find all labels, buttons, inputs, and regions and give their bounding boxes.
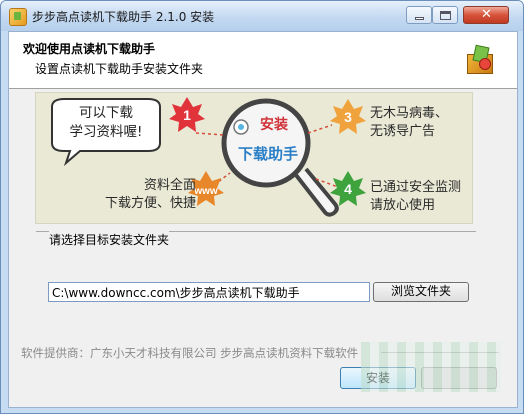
magnifier-handle — [294, 167, 339, 217]
install-path-input[interactable] — [48, 282, 370, 302]
header-title: 欢迎使用点读机下载助手 — [23, 42, 156, 56]
magnifier-top-text: 安装 — [260, 116, 289, 133]
feature-left-line-2: 下载方便、快捷 — [104, 196, 196, 211]
minimize-icon — [415, 17, 424, 20]
feature-left: 资料全面 下载方便、快捷 — [100, 177, 196, 213]
installer-box-icon — [465, 44, 493, 74]
feature-right-bottom-line-2: 请放心使用 — [370, 198, 436, 213]
leaf-1-number: 1 — [183, 107, 191, 123]
bubble-line-1: 可以下载 — [79, 105, 133, 121]
provider-text: 软件提供商：广东小天才科技有限公司 步步高点读机资料下载软件 — [21, 346, 359, 360]
app-icon — [9, 8, 27, 26]
close-icon: ✕ — [481, 7, 492, 22]
window-title: 步步高点读机下载助手 2.1.0 安装 — [32, 10, 215, 24]
feature-right-top: 无木马病毒、 无诱导广告 — [370, 105, 448, 141]
leaf-4: 4 — [330, 171, 366, 206]
installer-window: 步步高点读机下载助手 2.1.0 安装 ✕ 欢迎使用点读机下载助手 设置点读机下… — [0, 0, 524, 414]
magnifier-bottom-text: 下载助手 — [238, 145, 298, 163]
feature-right-bottom: 已通过安全监测 请放心使用 — [370, 179, 461, 215]
leaf-4-number: 4 — [344, 181, 352, 197]
feature-right-bottom-line-1: 已通过安全监测 — [370, 180, 462, 195]
feature-left-line-1: 资料全面 — [143, 178, 196, 193]
leaf-3-number: 3 — [344, 109, 352, 125]
feature-right-top-line-1: 无木马病毒、 — [370, 106, 449, 121]
wizard-header: 欢迎使用点读机下载助手 设置点读机下载助手安装文件夹 — [9, 32, 517, 89]
promo-banner: 1 www 3 4 安装 下载助手 可以下载 学习资料喔! 资料全面 下载方便、… — [35, 92, 473, 224]
header-subtitle: 设置点读机下载助手安装文件夹 — [35, 62, 204, 76]
leaf-2-label: www — [193, 186, 218, 197]
bubble-line-2: 学习资料喔! — [69, 124, 143, 140]
feature-right-top-line-2: 无诱导广告 — [370, 124, 436, 139]
install-folder-label: 请选择目标安装文件夹 — [49, 231, 170, 248]
browse-folder-button[interactable]: 浏览文件夹 — [373, 282, 469, 302]
leaf-1: 1 — [169, 97, 205, 132]
magnifier-lens — [221, 98, 311, 188]
minimize-button[interactable] — [406, 6, 432, 24]
watermark-overlay — [361, 342, 501, 392]
maximize-icon — [440, 11, 451, 20]
title-bar[interactable]: 步步高点读机下载助手 2.1.0 安装 ✕ — [1, 1, 523, 31]
maximize-button[interactable] — [432, 6, 458, 24]
bubble-text: 可以下载 学习资料喔! — [56, 104, 156, 142]
leaf-3: 3 — [330, 99, 366, 134]
close-button[interactable]: ✕ — [463, 6, 509, 24]
